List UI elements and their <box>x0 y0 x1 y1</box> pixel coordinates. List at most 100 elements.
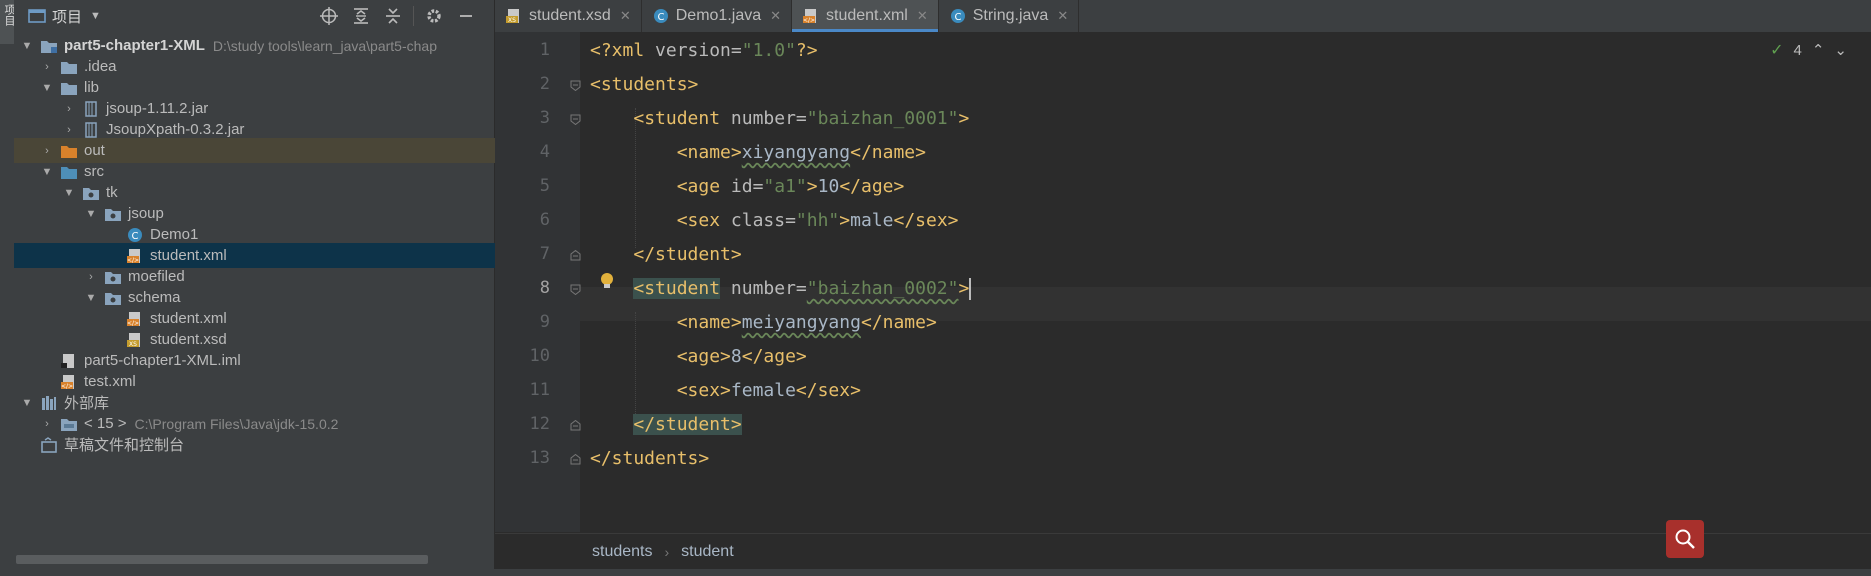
java-class-icon: C <box>652 7 670 25</box>
close-icon[interactable]: ✕ <box>917 8 928 24</box>
close-icon[interactable]: ✕ <box>770 8 781 24</box>
chevron-down-icon[interactable]: ▼ <box>20 397 34 409</box>
project-tool-tab[interactable]: 项目 <box>0 0 15 44</box>
line-number: 7 <box>539 244 550 264</box>
orange-folder-icon <box>60 143 78 159</box>
editor-tab-bar: XS student.xsd ✕ C Demo1.java ✕ </> stud… <box>495 0 1871 32</box>
tree-item-label: student.xml <box>150 310 227 327</box>
gear-icon <box>427 9 441 23</box>
tab-label: student.xsd <box>529 7 611 24</box>
module-folder-icon <box>40 38 58 54</box>
fold-marker-icon[interactable] <box>570 454 581 465</box>
project-panel-toolbar <box>313 4 482 28</box>
line-number-current: 8 <box>539 278 550 298</box>
line-number: 4 <box>539 142 550 162</box>
tab-student-xml-active[interactable]: </> student.xml ✕ <box>792 0 939 32</box>
fold-marker-icon[interactable] <box>570 250 581 261</box>
collapse-all-button[interactable] <box>377 4 409 28</box>
tree-item-label: jsoup-1.11.2.jar <box>106 100 209 117</box>
search-button[interactable] <box>1666 520 1704 558</box>
tree-item-label: < 15 > <box>84 415 127 432</box>
chevron-down-icon[interactable]: ▼ <box>40 82 54 94</box>
fold-marker-icon[interactable] <box>570 114 581 125</box>
fold-marker-icon[interactable] <box>570 80 581 91</box>
hide-panel-button[interactable] <box>450 4 482 28</box>
editor-gutter: 1 2 3 4 5 6 7 8 9 10 11 12 13 <box>495 32 581 532</box>
tree-item-label: src <box>84 163 104 180</box>
xsd-file-icon: XS <box>505 7 523 25</box>
code-line-5: <age id="a1">10</age> <box>676 176 905 197</box>
expand-all-button[interactable] <box>345 4 377 28</box>
chevron-down-icon[interactable]: ▼ <box>84 292 98 304</box>
code-line-7: </student> <box>633 244 742 265</box>
breadcrumb-item-students[interactable]: students <box>592 543 652 561</box>
close-icon[interactable]: ✕ <box>620 8 631 24</box>
chevron-down-icon[interactable]: ▼ <box>62 187 76 199</box>
crosshair-icon <box>320 7 338 25</box>
chevron-right-icon[interactable]: › <box>40 418 54 430</box>
code-line-13: </students> <box>590 448 710 469</box>
iml-file-icon <box>60 353 78 369</box>
chevron-right-icon[interactable]: › <box>62 103 76 115</box>
folder-icon <box>60 59 78 75</box>
project-panel: 项目 ▼ ▼ part5-chapter1-XML D:\study tools… <box>14 0 606 576</box>
svg-text:</>: </> <box>127 257 139 264</box>
scrollbar-thumb[interactable] <box>16 555 428 564</box>
line-number: 11 <box>529 380 550 400</box>
tree-item-label: .idea <box>84 58 117 75</box>
tree-item-label: 外部库 <box>64 395 110 412</box>
svg-text:C: C <box>954 12 961 23</box>
svg-text:</>: </> <box>61 383 73 390</box>
tool-window-strip: 项目 <box>0 0 15 576</box>
chevron-up-icon[interactable]: ⌃ <box>1812 41 1825 59</box>
tree-item-scratches[interactable]: 草稿文件和控制台 <box>14 432 520 457</box>
inspection-widget[interactable]: ✓ 4 ⌃ ⌄ <box>1770 40 1847 60</box>
chevron-right-icon[interactable]: › <box>40 61 54 73</box>
code-line-2: <students> <box>590 74 699 95</box>
library-icon <box>40 395 58 411</box>
chevron-down-icon[interactable]: ▼ <box>40 166 54 178</box>
package-icon <box>82 185 100 201</box>
chevron-right-icon[interactable]: › <box>40 145 54 157</box>
java-class-icon: C <box>126 227 144 243</box>
line-number: 2 <box>539 74 550 94</box>
fold-marker-icon[interactable] <box>570 420 581 431</box>
settings-button[interactable] <box>418 4 450 28</box>
code-line-9: <name>meiyangyang</name> <box>676 312 937 333</box>
code-editor[interactable]: 1 2 3 4 5 6 7 8 9 10 11 12 13 <?xml vers… <box>495 32 1871 532</box>
chevron-down-icon[interactable]: ⌄ <box>1834 41 1847 59</box>
tree-item-path: C:\Program Files\Java\jdk-15.0.2 <box>134 415 339 432</box>
tree-item-label: student.xml <box>150 247 227 264</box>
svg-text:XS: XS <box>508 17 516 24</box>
line-number: 5 <box>539 176 550 196</box>
line-number: 12 <box>529 414 550 434</box>
tab-string-java[interactable]: C String.java ✕ <box>939 0 1080 32</box>
code-line-1: <?xml version="1.0"?> <box>590 40 818 61</box>
tab-student-xsd[interactable]: XS student.xsd ✕ <box>495 0 642 32</box>
svg-text:</>: </> <box>127 320 139 327</box>
jar-icon <box>82 100 100 117</box>
tree-item-label: JsoupXpath-0.3.2.jar <box>106 121 245 138</box>
project-panel-header: 项目 ▼ <box>14 0 494 32</box>
tab-demo1-java[interactable]: C Demo1.java ✕ <box>642 0 793 32</box>
locate-file-button[interactable] <box>313 4 345 28</box>
project-horizontal-scrollbar[interactable] <box>14 552 494 566</box>
breadcrumb-item-student[interactable]: student <box>681 543 733 561</box>
project-view-selector[interactable]: 项目 ▼ <box>28 6 101 27</box>
chevron-down-icon[interactable]: ▼ <box>20 40 34 52</box>
jdk-folder-icon <box>60 416 78 432</box>
search-icon <box>1675 529 1695 549</box>
chevron-right-icon[interactable]: › <box>62 124 76 136</box>
breadcrumb: students › student <box>495 533 1871 570</box>
close-icon[interactable]: ✕ <box>1057 8 1068 24</box>
minimize-icon <box>460 15 472 17</box>
source-folder-icon <box>60 164 78 180</box>
status-bar <box>0 569 1871 576</box>
tree-item-label: tk <box>106 184 118 201</box>
code-line-11: <sex>female</sex> <box>676 380 861 401</box>
fold-marker-icon[interactable] <box>570 284 581 295</box>
chevron-down-icon[interactable]: ▼ <box>84 208 98 220</box>
chevron-right-icon[interactable]: › <box>84 271 98 283</box>
text-caret <box>969 278 972 300</box>
toolbar-divider <box>413 6 414 26</box>
